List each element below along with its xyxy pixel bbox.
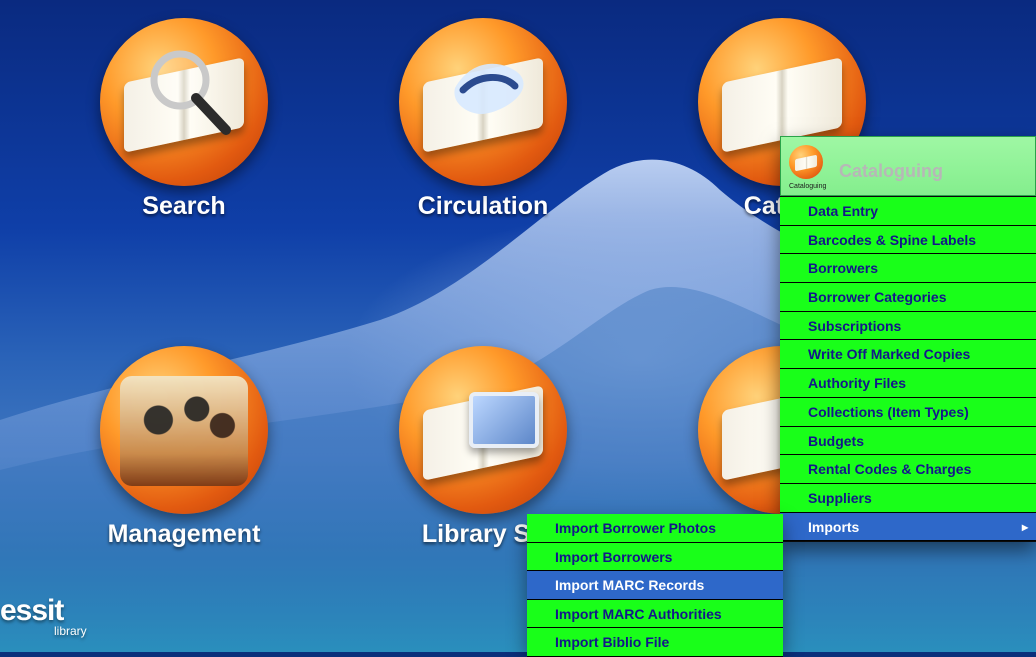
laptop-icon [469,392,539,448]
menu-item-rental-codes-charges[interactable]: Rental Codes & Charges [780,455,1036,484]
menu-item-borrowers[interactable]: Borrowers [780,254,1036,284]
menu-item-collections-item-types[interactable]: Collections (Item Types) [780,397,1036,427]
tile-label: Management [107,520,261,548]
search-icon [100,18,268,186]
logo-wordmark: essit [0,594,64,627]
menu-item-budgets[interactable]: Budgets [780,426,1036,456]
essit-logo: essit library [0,594,87,638]
menu-item-write-off-marked-copies[interactable]: Write Off Marked Copies [780,340,1036,370]
magnifier-icon [150,50,231,135]
submenu-item-import-borrower-photos[interactable]: Import Borrower Photos [527,514,783,543]
cataloguing-menu: Cataloguing Cataloguing Data Entry Barco… [780,136,1036,542]
menu-item-suppliers[interactable]: Suppliers [780,483,1036,513]
imports-submenu: Import Borrower Photos Import Borrowers … [527,514,783,657]
submenu-item-import-biblio-file[interactable]: Import Biblio File [527,628,783,657]
menu-item-subscriptions[interactable]: Subscriptions [780,311,1036,341]
menu-title: Cataloguing [839,161,943,181]
submenu-arrow-icon: ▸ [1021,519,1028,534]
menu-item-authority-files[interactable]: Authority Files [780,369,1036,398]
scanner-icon [454,63,524,114]
menu-item-data-entry[interactable]: Data Entry [780,197,1036,226]
meeting-photo-icon [120,376,248,486]
management-icon [100,346,268,514]
menu-item-barcodes-spine-labels[interactable]: Barcodes & Spine Labels [780,225,1036,255]
menu-caption: Cataloguing [789,183,827,190]
tile-management[interactable]: Management [69,346,299,549]
submenu-item-import-marc-records[interactable]: Import MARC Records [527,571,783,600]
library-services-icon [399,346,567,514]
menu-item-imports[interactable]: Imports ▸ [780,512,1036,542]
submenu-item-import-marc-authorities[interactable]: Import MARC Authorities [527,599,783,629]
logo-subtext: library [54,624,87,638]
tile-circulation[interactable]: Circulation [368,18,598,221]
tile-search[interactable]: Search [69,18,299,221]
circulation-icon [399,18,567,186]
submenu-item-import-borrowers[interactable]: Import Borrowers [527,542,783,572]
tile-label: Circulation [417,192,549,220]
menu-items: Data Entry Barcodes & Spine Labels Borro… [780,197,1036,542]
menu-header: Cataloguing Cataloguing [780,136,1036,196]
menu-item-label: Imports [808,518,860,535]
menu-item-borrower-categories[interactable]: Borrower Categories [780,283,1036,312]
tile-label: Search [142,192,226,220]
